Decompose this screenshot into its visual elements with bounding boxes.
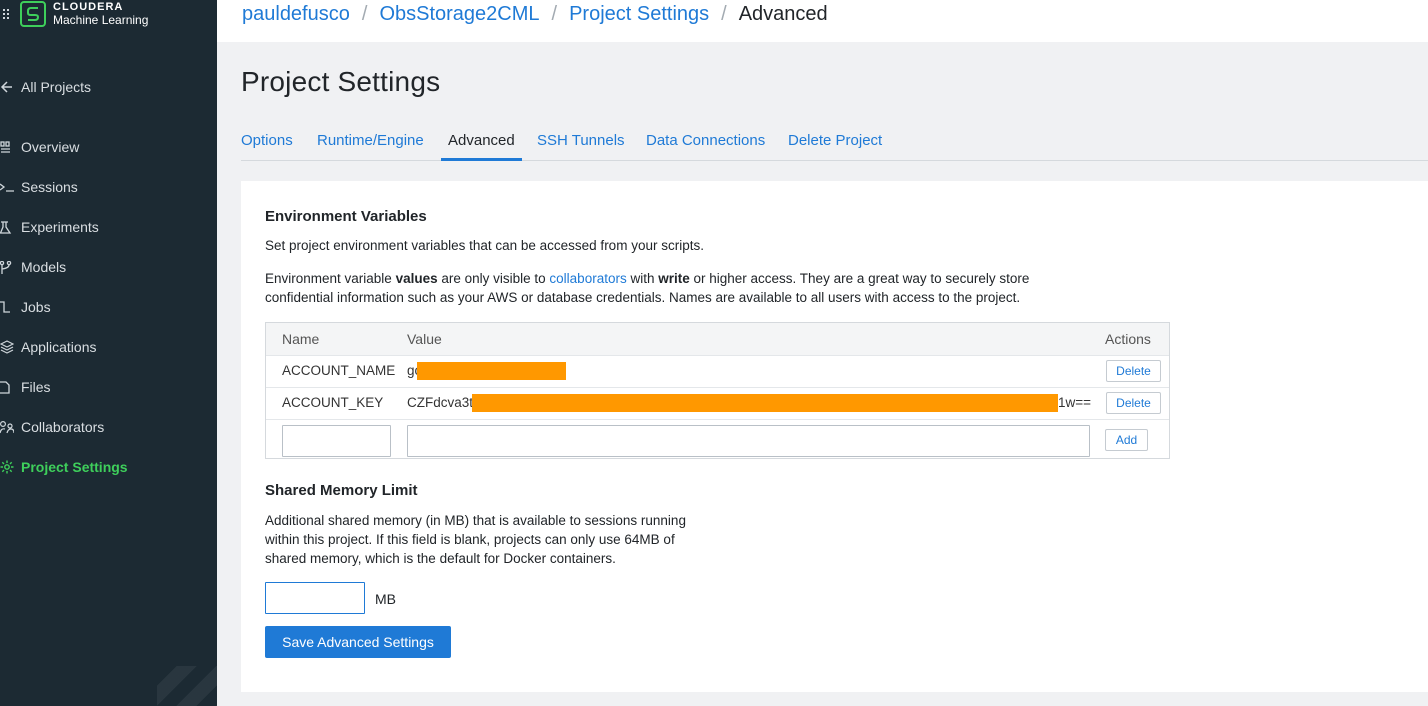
sidebar-item-label: Collaborators <box>21 419 105 435</box>
sidebar: CLOUDERA Machine Learning All Projects O… <box>0 0 217 706</box>
app-switcher-icon[interactable] <box>3 9 11 21</box>
sidebar-item-jobs[interactable]: Jobs <box>0 296 51 318</box>
sidebar-item-sessions[interactable]: Sessions <box>0 176 78 198</box>
column-header-value: Value <box>407 331 442 347</box>
tab-runtime-engine[interactable]: Runtime/Engine <box>317 125 424 161</box>
page-title: Project Settings <box>241 66 441 97</box>
cloudera-logo-icon[interactable] <box>20 1 46 27</box>
breadcrumb: pauldefusco / ObsStorage2CML / Project S… <box>242 3 828 26</box>
sidebar-item-label: Models <box>21 259 67 275</box>
sidebar-item-label: Project Settings <box>21 459 128 475</box>
sidebar-item-overview[interactable]: Overview <box>0 136 79 158</box>
brand-name: CLOUDERA <box>53 1 124 13</box>
tab-options[interactable]: Options <box>241 125 293 161</box>
flask-icon <box>0 219 21 235</box>
env-var-value: CZFdcva3t <box>407 395 474 410</box>
sidebar-item-files[interactable]: Files <box>0 376 51 398</box>
breadcrumb-separator: / <box>361 3 368 25</box>
env-var-name: ACCOUNT_KEY <box>282 395 384 410</box>
sidebar-item-label: Sessions <box>21 179 78 195</box>
redaction-box <box>417 362 566 380</box>
breadcrumb-current: Advanced <box>738 3 828 25</box>
env-vars-table: Name Value Actions ACCOUNT_NAME go Delet… <box>265 322 1170 459</box>
shared-memory-description: Additional shared memory (in MB) that is… <box>265 513 686 566</box>
table-header: Name Value Actions <box>266 323 1169 355</box>
sidebar-item-project-settings[interactable]: Project Settings <box>0 456 128 478</box>
table-row: ACCOUNT_KEY CZFdcva3t 1w== Delete <box>266 387 1169 419</box>
column-header-name: Name <box>282 331 320 347</box>
breadcrumb-separator: / <box>721 3 727 25</box>
brand-product: Machine Learning <box>53 13 149 27</box>
new-env-name-input[interactable] <box>282 425 391 457</box>
sidebar-item-label: Overview <box>21 139 80 155</box>
save-advanced-settings-button[interactable]: Save Advanced Settings <box>265 626 451 658</box>
new-env-var-row: Add <box>266 419 1169 459</box>
breadcrumb-section-link[interactable]: Project Settings <box>569 3 709 26</box>
env-var-name: ACCOUNT_NAME <box>282 363 396 378</box>
tab-data-connections[interactable]: Data Connections <box>646 125 765 161</box>
breadcrumb-project-link[interactable]: ObsStorage2CML <box>379 3 539 26</box>
shared-memory-input[interactable] <box>265 582 365 614</box>
breadcrumb-user-link[interactable]: pauldefusco <box>242 3 350 26</box>
sidebar-decoration <box>157 666 217 706</box>
env-desc-text: are only visible to <box>437 271 550 286</box>
sidebar-item-applications[interactable]: Applications <box>0 336 97 358</box>
sidebar-item-label: All Projects <box>21 79 92 95</box>
env-vars-intro: Set project environment variables that c… <box>265 238 704 253</box>
new-env-value-input[interactable] <box>407 425 1090 457</box>
sidebar-item-label: Files <box>21 379 51 395</box>
sidebar-item-all-projects[interactable]: All Projects <box>0 76 91 98</box>
shared-memory-unit: MB <box>375 591 396 607</box>
sidebar-item-label: Applications <box>21 339 97 355</box>
env-vars-description: Environment variable values are only vis… <box>265 269 1065 307</box>
breadcrumb-bar: pauldefusco / ObsStorage2CML / Project S… <box>217 0 1428 42</box>
env-vars-heading: Environment Variables <box>265 208 427 225</box>
sidebar-item-label: Experiments <box>21 219 99 235</box>
users-icon <box>0 419 21 435</box>
env-desc-bold-values: values <box>395 271 438 286</box>
env-desc-text: with <box>626 271 659 286</box>
jobs-icon <box>0 299 21 315</box>
arrow-left-icon <box>0 79 21 95</box>
collaborators-link[interactable]: collaborators <box>549 271 626 286</box>
sidebar-item-label: Jobs <box>21 299 51 315</box>
advanced-settings-card: Environment Variables Set project enviro… <box>241 181 1428 692</box>
table-row: ACCOUNT_NAME go Delete <box>266 355 1169 387</box>
gear-icon <box>0 459 21 475</box>
column-header-actions: Actions <box>1105 331 1151 347</box>
delete-button[interactable]: Delete <box>1106 392 1161 414</box>
add-env-var-button[interactable]: Add <box>1105 429 1148 451</box>
file-icon <box>0 379 21 395</box>
model-icon <box>0 259 21 275</box>
overview-icon <box>0 139 21 155</box>
sidebar-item-experiments[interactable]: Experiments <box>0 216 99 238</box>
redaction-box <box>472 394 1058 412</box>
layers-icon <box>0 339 21 355</box>
settings-tabs: Options Runtime/Engine Advanced SSH Tunn… <box>241 125 1428 161</box>
breadcrumb-separator: / <box>551 3 558 25</box>
env-desc-bold-write: write <box>658 271 690 286</box>
terminal-icon <box>0 179 21 195</box>
env-desc-text: Environment variable <box>265 271 396 286</box>
tab-delete-project[interactable]: Delete Project <box>788 125 882 161</box>
tab-advanced[interactable]: Advanced <box>441 125 522 161</box>
delete-button[interactable]: Delete <box>1106 360 1161 382</box>
shared-memory-heading: Shared Memory Limit <box>265 482 418 499</box>
tab-ssh-tunnels[interactable]: SSH Tunnels <box>537 125 625 161</box>
sidebar-item-models[interactable]: Models <box>0 256 66 278</box>
env-var-value-suffix: 1w== <box>1058 395 1092 410</box>
sidebar-item-collaborators[interactable]: Collaborators <box>0 416 104 438</box>
